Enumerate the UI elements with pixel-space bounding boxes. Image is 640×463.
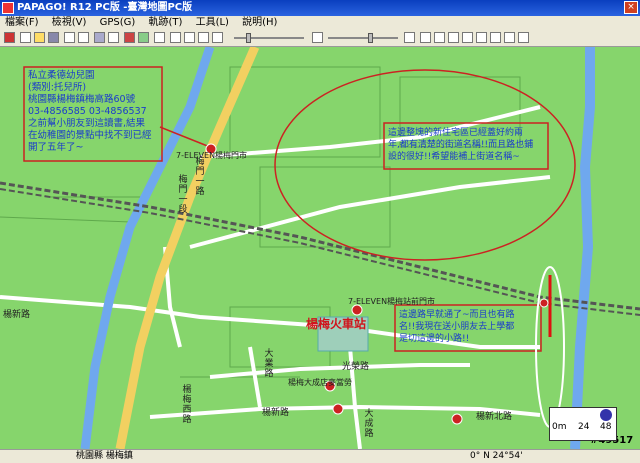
status-bar: 桃園縣 楊梅鎮 0° N 24°54' xyxy=(0,449,640,463)
close-button[interactable]: × xyxy=(624,1,638,14)
select-arrow-icon[interactable] xyxy=(420,32,431,43)
window-title: PAPAGO! R12 PC版 -臺灣地圖PC版 xyxy=(17,2,193,13)
zoom-slider-track xyxy=(328,37,398,39)
annotation-kindergarten: 私立柔德幼兒園 (類別:托兒所) 桃園縣楊梅鎮梅高路60號 03-4856585… xyxy=(28,70,160,154)
road-label-yangxin-north: 楊新北路 xyxy=(476,412,513,422)
speed-slider-thumb[interactable] xyxy=(246,33,251,43)
note-line: 名!!我現在送小朋友去上學都 xyxy=(399,322,515,332)
speed-slider-track xyxy=(234,37,304,39)
note-line: 是切這邊的小路!! xyxy=(399,334,470,344)
paste-icon[interactable] xyxy=(78,32,89,43)
annotation-new-homes: 這邊整塊的新住宅區已經蓋好約兩 年,都有清楚的街道名稱!!而且路也鋪 設的很好!… xyxy=(388,127,548,163)
stop-icon[interactable] xyxy=(198,32,209,43)
note-line: 桃園縣楊梅鎮梅高路60號 xyxy=(28,94,136,105)
station-title: 楊梅火車站 xyxy=(306,317,367,331)
menu-help[interactable]: 說明(H) xyxy=(237,16,282,30)
poi-seven-eleven-top[interactable]: 7-ELEVEN楊梅門市 xyxy=(176,150,247,161)
status-address: 桃園縣 楊梅鎮 xyxy=(76,451,133,461)
zoom-in-icon[interactable] xyxy=(404,32,415,43)
annotation-small-road: 這邊路早就通了~而且也有路 名!!我現在送小朋友去上學都 是切這邊的小路!! xyxy=(399,309,539,345)
map-view[interactable]: 梅門一路 梅門一段 楊新路 楊新路 楊新北路 大成路 光榮路 大業路 楊梅西路 … xyxy=(0,47,640,449)
ruler-icon[interactable] xyxy=(518,32,529,43)
note-line: 開了五年了~ xyxy=(28,142,84,153)
note-line: 這邊路早就通了~而且也有路 xyxy=(399,310,515,320)
scale-widget: 0m 24 48 xyxy=(549,407,617,441)
note-line: (類別:托兒所) xyxy=(28,82,87,93)
scale-mid: 24 xyxy=(578,422,590,432)
menu-tools[interactable]: 工具(L) xyxy=(191,16,234,30)
record-icon[interactable] xyxy=(212,32,223,43)
poi-seven-eleven-mid[interactable]: 7-ELEVEN楊梅站前門市 xyxy=(348,296,435,307)
compass-icon[interactable] xyxy=(600,409,612,421)
road-label-yangxin-2: 楊新路 xyxy=(262,408,290,418)
menu-file[interactable]: 檔案(F) xyxy=(0,16,44,30)
note-line: 私立柔德幼兒園 xyxy=(28,70,95,81)
note-line: 03-4856585 03-4856537 xyxy=(28,106,147,117)
scale-left: 0m xyxy=(552,422,567,432)
note-line: 設的很好!!希望能補上街道名稱~ xyxy=(388,152,520,162)
note-line: 這邊整塊的新住宅區已經蓋好約兩 xyxy=(388,128,524,138)
layer-icon[interactable] xyxy=(108,32,119,43)
title-bar: PAPAGO! R12 PC版 -臺灣地圖PC版 × xyxy=(0,0,640,16)
copy-icon[interactable] xyxy=(64,32,75,43)
menu-view[interactable]: 檢視(V) xyxy=(47,16,92,30)
camera-icon[interactable] xyxy=(154,32,165,43)
road-label-meimen-south: 梅門一段 xyxy=(178,175,188,215)
refresh-icon[interactable] xyxy=(462,32,473,43)
north-icon[interactable] xyxy=(476,32,487,43)
car-icon[interactable] xyxy=(124,32,135,43)
status-coords: 0° N 24°54' xyxy=(470,451,523,461)
zoom-slider-thumb[interactable] xyxy=(368,33,373,43)
save-icon[interactable] xyxy=(48,32,59,43)
road-label-yangxin: 楊新路 xyxy=(3,310,31,320)
route-icon[interactable] xyxy=(4,32,15,43)
menu-bar: 檔案(F) 檢視(V) GPS(G) 軌跡(T) 工具(L) 說明(H) xyxy=(0,16,640,30)
hand-pan-icon[interactable] xyxy=(434,32,445,43)
new-icon[interactable] xyxy=(20,32,31,43)
road-label-guangrong: 光榮路 xyxy=(342,362,370,372)
road-label-daye: 大業路 xyxy=(264,349,274,379)
walk-icon[interactable] xyxy=(138,32,149,43)
menu-track[interactable]: 軌跡(T) xyxy=(143,16,187,30)
app-icon xyxy=(2,2,14,14)
scale-right: 48 xyxy=(600,422,612,432)
poi-hotel[interactable]: 楊梅大成店麥當勞 xyxy=(288,377,352,388)
pin-icon[interactable] xyxy=(504,32,515,43)
road-label-dacheng: 大成路 xyxy=(364,409,374,439)
note-line: 之前幫小朋友到這讀書,結果 xyxy=(28,118,146,129)
open-icon[interactable] xyxy=(34,32,45,43)
zoom-fit-icon[interactable] xyxy=(94,32,105,43)
search-icon[interactable] xyxy=(490,32,501,43)
pause-icon[interactable] xyxy=(184,32,195,43)
menu-gps[interactable]: GPS(G) xyxy=(95,16,141,30)
play-icon[interactable] xyxy=(170,32,181,43)
toolbar xyxy=(0,30,640,47)
note-line: 年,都有清楚的街道名稱!!而且路也鋪 xyxy=(388,140,534,150)
note-line: 在幼稚園的景點中找不到已經 xyxy=(28,130,152,141)
road-label-yangmei-west: 楊梅西路 xyxy=(182,385,192,425)
rotate-icon[interactable] xyxy=(448,32,459,43)
road-label-meimen: 梅門一路 xyxy=(195,157,205,197)
zoom-out-icon[interactable] xyxy=(312,32,323,43)
